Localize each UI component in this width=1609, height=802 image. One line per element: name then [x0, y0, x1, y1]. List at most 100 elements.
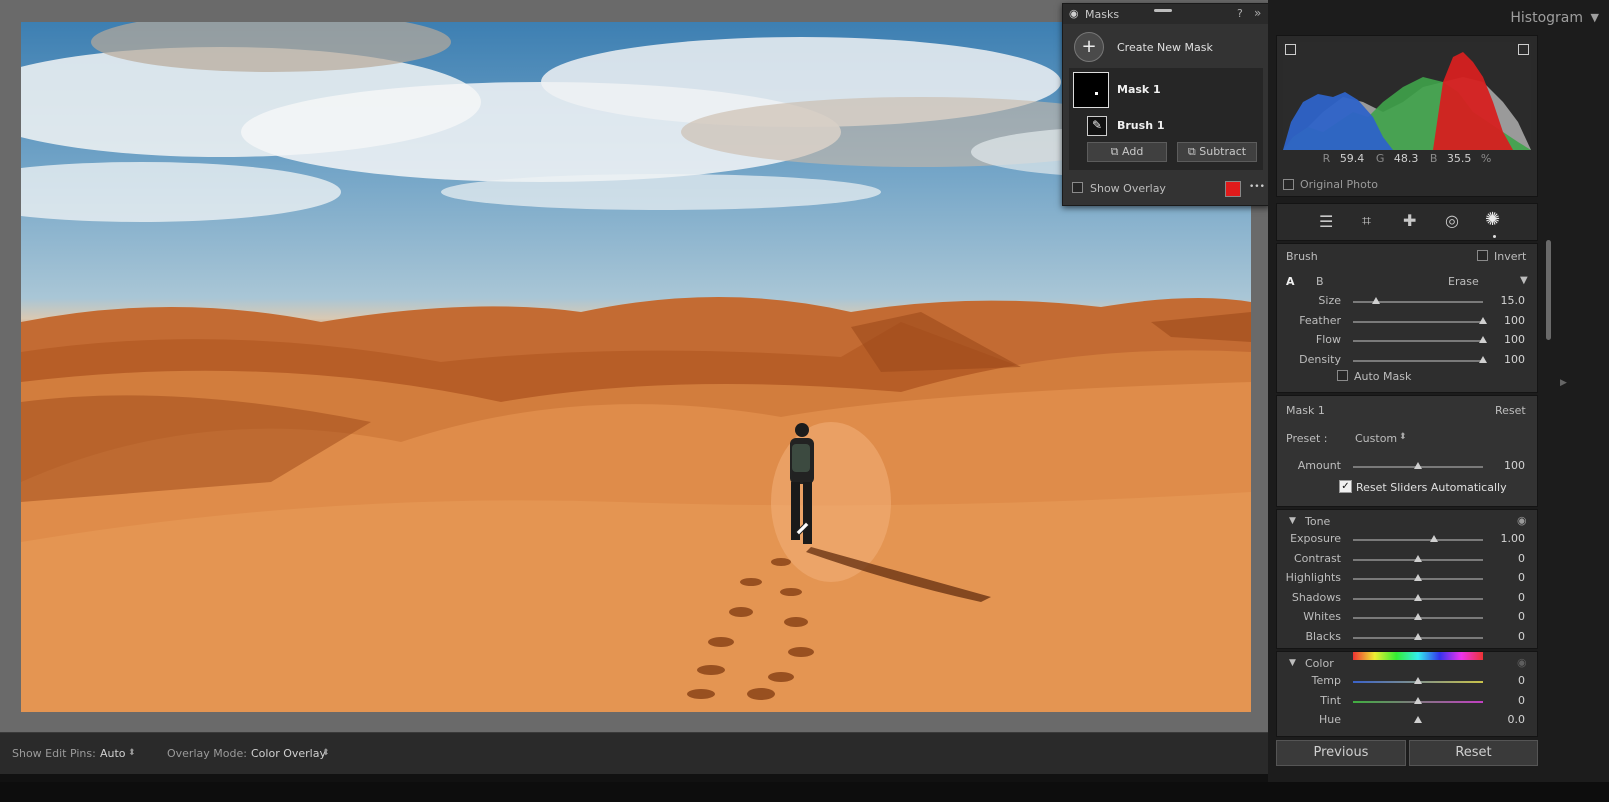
mask-reset-button[interactable]: Reset	[1495, 404, 1526, 417]
tone-whites-value: 0	[1518, 610, 1525, 623]
show-overlay-label: Show Overlay	[1090, 182, 1166, 195]
redeye-icon[interactable]: ◎	[1445, 211, 1459, 230]
brush-feather-slider-thumb[interactable]	[1479, 316, 1487, 324]
masks-title: Masks	[1085, 8, 1120, 21]
overlay-mode-label: Overlay Mode:	[167, 747, 247, 760]
subtract-button[interactable]: ⧉ Subtract	[1177, 142, 1257, 162]
color-tint-value: 0	[1518, 693, 1525, 707]
tone-highlights-slider-thumb[interactable]	[1414, 574, 1422, 581]
tone-title: Tone	[1305, 515, 1331, 528]
mask-list: Mask 1 ✎ Brush 1 ⧉ Add ⧉ Subtract	[1069, 68, 1263, 170]
eye-icon[interactable]: ◉	[1069, 7, 1079, 20]
overlay-mode-select[interactable]: Color Overlay	[251, 747, 326, 760]
show-overlay-checkbox[interactable]	[1072, 182, 1083, 193]
tone-highlights-value: 0	[1518, 571, 1525, 584]
color-temp-slider-thumb[interactable]	[1414, 677, 1422, 684]
brush-tab-b[interactable]: B	[1316, 275, 1324, 288]
edit-pins-select[interactable]: Auto	[100, 747, 126, 760]
tone-visibility-eye-icon[interactable]: ◉	[1517, 514, 1527, 527]
amount-slider-thumb[interactable]	[1414, 462, 1422, 469]
brush-tab-a[interactable]: A	[1286, 275, 1295, 288]
overlay-color-swatch[interactable]	[1225, 181, 1241, 197]
edit-pins-label: Show Edit Pins:	[12, 747, 96, 760]
masks-panel-header[interactable]: ◉ Masks ? »	[1063, 4, 1269, 24]
auto-mask-checkbox[interactable]	[1337, 370, 1348, 381]
tone-whites-label: Whites	[1303, 610, 1341, 623]
mask-icon[interactable]: ✺	[1485, 209, 1500, 230]
original-photo-label: Original Photo	[1300, 178, 1378, 191]
reset-sliders-checkbox[interactable]: ✓	[1339, 480, 1352, 493]
b-value: 35.5	[1446, 152, 1472, 165]
brush-size-label: Size	[1318, 294, 1341, 307]
brush-icon[interactable]: ✎	[1087, 116, 1107, 136]
tone-exposure-slider-thumb[interactable]	[1429, 535, 1438, 542]
heal-icon[interactable]: ✚	[1403, 211, 1416, 230]
overlay-mode-updown-icon[interactable]: ⬍	[322, 748, 330, 758]
histogram-header[interactable]: Histogram ▼	[1268, 0, 1609, 34]
tone-exposure-slider[interactable]	[1353, 539, 1483, 541]
brush-flow-slider-thumb[interactable]	[1479, 336, 1487, 343]
add-label: Add	[1122, 145, 1144, 158]
invert-label: Invert	[1494, 250, 1527, 263]
create-mask-plus-icon[interactable]: +	[1074, 32, 1104, 62]
amount-label: Amount	[1297, 459, 1341, 472]
tool-strip: ☰ ⌗ ✚ ◎ ✺	[1276, 203, 1538, 241]
tone-shadows-label: Shadows	[1291, 590, 1341, 604]
histogram-title: Histogram	[1510, 10, 1583, 26]
crop-icon[interactable]: ⌗	[1362, 211, 1371, 231]
help-icon[interactable]: ?	[1237, 7, 1243, 20]
subtract-label: Subtract	[1199, 145, 1247, 158]
tone-whites-slider-thumb[interactable]	[1414, 613, 1422, 620]
color-tint-slider-thumb[interactable]	[1414, 696, 1422, 704]
tone-shadows-slider-thumb[interactable]	[1414, 593, 1422, 601]
collapse-icon[interactable]: »	[1254, 6, 1261, 20]
active-tool-indicator	[1493, 235, 1496, 238]
color-temp-label: Temp	[1311, 674, 1341, 687]
color-temp-value: 0	[1518, 674, 1525, 687]
invert-checkbox[interactable]	[1477, 250, 1488, 261]
brush-title: Brush	[1286, 250, 1318, 263]
shadow-clipping-toggle[interactable]	[1285, 44, 1296, 55]
b-label: B	[1429, 152, 1438, 165]
brush-collapse-icon[interactable]: ▼	[1520, 275, 1528, 286]
color-collapse-icon[interactable]: ▼	[1289, 658, 1296, 668]
more-options-icon[interactable]: •••	[1249, 182, 1265, 192]
brush-1-label[interactable]: Brush 1	[1117, 119, 1165, 132]
color-hue-slider[interactable]	[1353, 652, 1483, 660]
tone-collapse-icon[interactable]: ▼	[1289, 516, 1296, 526]
original-photo-checkbox[interactable]	[1283, 179, 1294, 190]
drag-handle[interactable]	[1154, 9, 1172, 12]
create-new-mask-button[interactable]: Create New Mask	[1117, 41, 1213, 54]
panel-expand-arrow-icon[interactable]: ▶	[1560, 378, 1567, 388]
histogram-collapse-icon[interactable]: ▼	[1591, 11, 1599, 24]
brush-density-value: 100	[1504, 352, 1525, 366]
add-button[interactable]: ⧉ Add	[1087, 142, 1167, 162]
brush-feather-slider[interactable]	[1353, 320, 1483, 323]
mask-thumbnail[interactable]	[1073, 72, 1109, 108]
panel-scrollbar[interactable]	[1546, 240, 1551, 340]
preset-select[interactable]: Custom	[1355, 432, 1397, 445]
edit-pins-updown-icon[interactable]: ⬍	[128, 748, 136, 758]
brush-density-slider-thumb[interactable]	[1479, 355, 1487, 363]
color-hue-slider-thumb[interactable]	[1414, 716, 1422, 723]
tone-exposure-label: Exposure	[1290, 532, 1341, 545]
brush-tab-erase[interactable]: Erase	[1448, 275, 1479, 288]
brush-flow-slider[interactable]	[1353, 340, 1483, 342]
mask-1-label[interactable]: Mask 1	[1117, 83, 1161, 96]
sliders-icon[interactable]: ☰	[1319, 212, 1333, 231]
preset-updown-icon[interactable]: ⬍	[1399, 432, 1407, 442]
brush-feather-label: Feather	[1299, 313, 1341, 327]
reset-button[interactable]: Reset	[1409, 740, 1538, 766]
highlight-clipping-toggle[interactable]	[1518, 44, 1529, 55]
brush-flow-value: 100	[1504, 333, 1525, 346]
mask-settings-section: Mask 1 Reset Preset : Custom ⬍ Amount 10…	[1276, 395, 1538, 507]
brush-density-slider[interactable]	[1353, 359, 1483, 362]
tone-blacks-slider-thumb[interactable]	[1414, 632, 1422, 640]
tone-section: ▼ Tone ◉ Exposure 1.00 Contrast 0 Highlights…	[1276, 509, 1538, 649]
color-visibility-eye-icon[interactable]: ◉	[1517, 656, 1527, 669]
brush-size-slider-thumb[interactable]	[1372, 297, 1381, 304]
previous-button[interactable]: Previous	[1276, 740, 1406, 766]
tone-blacks-value: 0	[1518, 629, 1525, 643]
tone-contrast-slider-thumb[interactable]	[1414, 554, 1422, 562]
color-hue-label: Hue	[1318, 713, 1341, 726]
